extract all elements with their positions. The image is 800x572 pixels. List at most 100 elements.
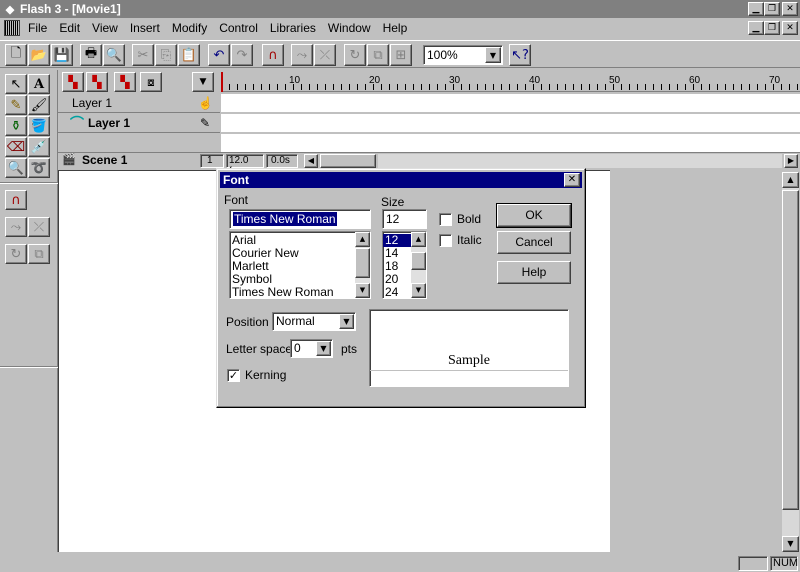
scroll-up-icon[interactable]: ▲ <box>782 172 799 188</box>
close-button[interactable]: ✕ <box>782 2 798 16</box>
smooth-icon[interactable]: ⤳ <box>5 217 27 237</box>
menu-modify[interactable]: Modify <box>166 21 213 35</box>
document-icon[interactable] <box>4 20 20 36</box>
chevron-down-icon[interactable]: ▼ <box>339 314 354 329</box>
vertical-scrollbar[interactable]: ▲ ▼ <box>782 172 799 552</box>
menu-view[interactable]: View <box>86 21 124 35</box>
help-button[interactable]: Help <box>497 261 571 284</box>
layer-icon[interactable]: ▚ <box>62 72 84 92</box>
redo-icon[interactable]: ↷ <box>231 44 253 66</box>
snap-icon[interactable]: ∩ <box>262 44 284 66</box>
font-list[interactable]: Arial Courier New Marlett Symbol Times N… <box>229 231 371 299</box>
scale-icon[interactable]: ⧉ <box>28 244 50 264</box>
letter-space-label: Letter space <box>226 342 293 356</box>
scroll-track[interactable] <box>378 154 782 168</box>
position-select[interactable]: Normal ▼ <box>272 312 356 331</box>
italic-checkbox[interactable] <box>439 234 452 247</box>
font-list-scrollbar[interactable]: ▲ ▼ <box>355 232 370 298</box>
minimize-button[interactable]: ▁ <box>748 2 764 16</box>
doc-restore-button[interactable]: ❐ <box>764 21 780 35</box>
help-pointer-icon[interactable]: ↖? <box>509 44 531 66</box>
layer-frames[interactable] <box>221 94 800 113</box>
font-name-input[interactable]: Times New Roman <box>229 209 371 229</box>
lasso-tool-icon[interactable]: ➰ <box>28 158 50 178</box>
align-icon[interactable]: ⊞ <box>390 44 412 66</box>
zoom-select[interactable]: 100% ▼ <box>423 45 503 65</box>
scroll-thumb[interactable] <box>320 154 376 168</box>
layer-icon[interactable]: ▚ <box>86 72 108 92</box>
chevron-down-icon[interactable]: ▼ <box>192 72 214 92</box>
undo-icon[interactable]: ↶ <box>208 44 230 66</box>
onion-skin-icon[interactable]: ⧇ <box>140 72 162 92</box>
dropper-tool-icon[interactable]: 💉 <box>28 137 50 157</box>
cancel-button[interactable]: Cancel <box>497 231 571 254</box>
paint-bucket-icon[interactable]: 🪣 <box>28 116 50 136</box>
cut-icon[interactable]: ✂ <box>132 44 154 66</box>
magnet-icon[interactable]: ∩ <box>5 190 27 210</box>
size-list[interactable]: 12 14 18 20 24 ▲ ▼ <box>382 231 427 299</box>
paste-icon[interactable]: 📋 <box>178 44 200 66</box>
kerning-checkbox[interactable]: ✓ <box>227 369 240 382</box>
straighten-icon[interactable]: ⤫ <box>28 217 50 237</box>
ruler-label: 40 <box>529 75 541 86</box>
menu-insert[interactable]: Insert <box>124 21 166 35</box>
pencil-icon[interactable]: ✎ <box>200 114 210 132</box>
open-icon[interactable]: 📂 <box>28 44 50 66</box>
scroll-thumb[interactable] <box>355 248 370 278</box>
frame-ruler[interactable]: 10 20 30 40 50 60 70 <box>221 72 800 92</box>
layer-frames[interactable] <box>221 114 800 133</box>
playhead[interactable] <box>221 72 227 92</box>
scroll-right-icon[interactable]: ▶ <box>784 154 798 168</box>
menu-help[interactable]: Help <box>377 21 414 35</box>
letter-space-select[interactable]: 0 ▼ <box>290 339 333 358</box>
menu-control[interactable]: Control <box>213 21 264 35</box>
scroll-down-icon[interactable]: ▼ <box>355 283 370 298</box>
save-icon[interactable]: 💾 <box>51 44 73 66</box>
copy-icon[interactable]: ⎘ <box>155 44 177 66</box>
restore-button[interactable]: ❐ <box>764 2 780 16</box>
print-preview-icon[interactable]: 🔍 <box>103 44 125 66</box>
size-input[interactable]: 12 <box>382 209 427 229</box>
arrow-tool-icon[interactable]: ↖ <box>5 74 27 94</box>
ok-button[interactable]: OK <box>496 203 572 228</box>
scroll-thumb[interactable] <box>411 252 426 270</box>
scroll-up-icon[interactable]: ▲ <box>411 232 426 247</box>
chevron-down-icon[interactable]: ▼ <box>485 47 501 63</box>
menu-edit[interactable]: Edit <box>53 21 86 35</box>
scroll-up-icon[interactable]: ▲ <box>355 232 370 247</box>
scroll-thumb[interactable] <box>782 190 799 510</box>
chevron-down-icon[interactable]: ▼ <box>316 341 331 356</box>
ink-bottle-icon[interactable]: ⚱ <box>5 116 27 136</box>
doc-minimize-button[interactable]: ▁ <box>748 21 764 35</box>
list-item[interactable]: Times New Roman <box>230 286 370 299</box>
menu-file[interactable]: File <box>22 21 53 35</box>
rotate-icon[interactable]: ↻ <box>5 244 27 264</box>
menu-window[interactable]: Window <box>322 21 377 35</box>
eraser-tool-icon[interactable]: ⌫ <box>5 137 27 157</box>
close-icon[interactable]: ✕ <box>564 173 580 187</box>
scroll-down-icon[interactable]: ▼ <box>411 283 426 298</box>
zoom-tool-icon[interactable]: 🔍 <box>5 158 27 178</box>
scale-icon[interactable]: ⧉ <box>367 44 389 66</box>
brush-tool-icon[interactable]: 🖌 <box>28 95 50 115</box>
straighten-icon[interactable]: ⤫ <box>314 44 336 66</box>
pts-label: pts <box>341 342 358 356</box>
scroll-down-icon[interactable]: ▼ <box>782 536 799 552</box>
print-icon[interactable]: 🖶 <box>80 44 102 66</box>
scroll-left-icon[interactable]: ◀ <box>304 154 318 168</box>
elapsed-time: 0.0s <box>266 154 298 168</box>
rotate-icon[interactable]: ↻ <box>344 44 366 66</box>
hand-icon[interactable]: ☝ <box>198 94 213 112</box>
text-tool-icon[interactable]: A <box>28 74 50 94</box>
smooth-icon[interactable]: ⤳ <box>291 44 313 66</box>
dialog-title: Font <box>223 173 249 187</box>
layer-row-active[interactable]: ⌒ Layer 1 ✎ <box>58 114 220 133</box>
bold-checkbox[interactable] <box>439 213 452 226</box>
layer-icon[interactable]: ▚ <box>114 72 136 92</box>
pencil-tool-icon[interactable]: ✎ <box>5 95 27 115</box>
menu-libraries[interactable]: Libraries <box>264 21 322 35</box>
size-list-scrollbar[interactable]: ▲ ▼ <box>411 232 426 298</box>
new-icon[interactable]: 🗋 <box>5 44 27 66</box>
doc-close-button[interactable]: ✕ <box>782 21 798 35</box>
layer-row[interactable]: Layer 1 ☝ <box>58 94 220 113</box>
